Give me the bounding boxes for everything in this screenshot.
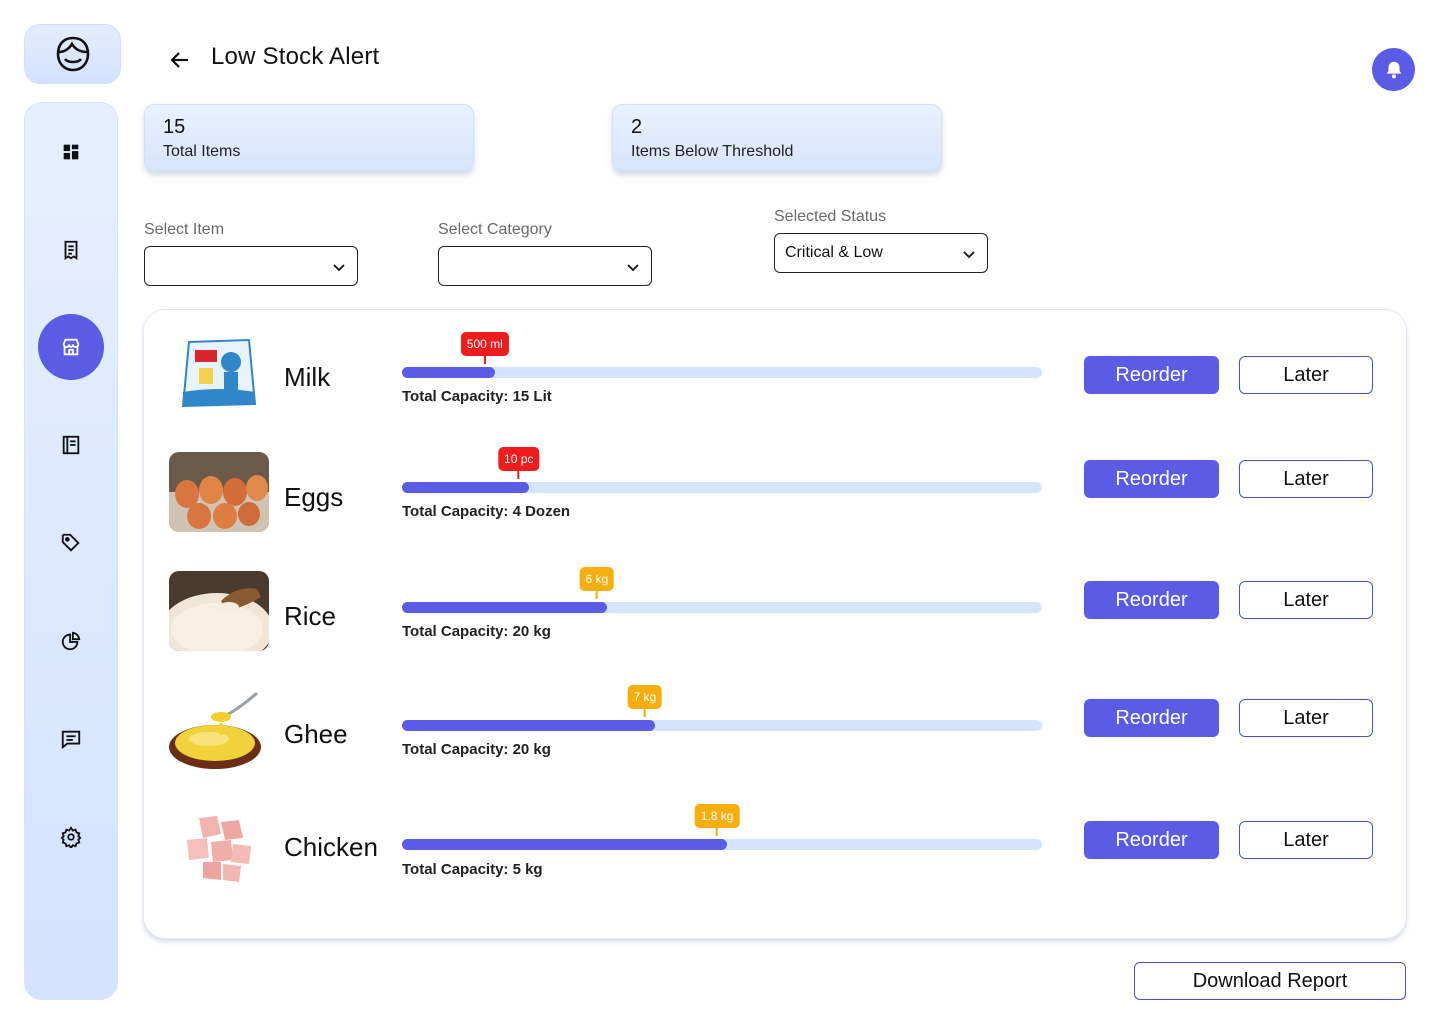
list-item-chicken: Chicken 1.8 kg Total Capacity: 5 kg Reor… — [144, 804, 1406, 906]
later-button[interactable]: Later — [1239, 699, 1373, 737]
reorder-button[interactable]: Reorder — [1084, 356, 1219, 394]
stat-value: 2 — [631, 116, 643, 138]
milk-image — [169, 332, 269, 412]
sidebar-item-orders[interactable] — [38, 217, 104, 283]
notifications-button[interactable] — [1372, 48, 1415, 91]
item-name: Ghee — [284, 719, 348, 749]
level-tag: 1.8 kg — [694, 804, 740, 828]
sidebar-item-offers[interactable] — [38, 510, 104, 576]
receipt-icon — [64, 240, 78, 260]
total-capacity: Total Capacity: 5 kg — [402, 861, 543, 878]
stat-label: Total Items — [163, 143, 241, 160]
later-button[interactable]: Later — [1239, 821, 1373, 859]
chevron-down-icon — [963, 251, 975, 259]
level-tag: 10 pc — [498, 447, 540, 471]
list-item-milk: Milk 500 ml Total Capacity: 15 Lit Reord… — [144, 332, 1406, 432]
low-stock-list: Milk 500 ml Total Capacity: 15 Lit Reord… — [143, 309, 1407, 939]
bell-icon — [1386, 61, 1401, 78]
item-name: Chicken — [284, 832, 378, 862]
list-item-rice: Rice 6 kg Total Capacity: 20 kg Reorder … — [144, 567, 1406, 671]
ledger-icon — [62, 435, 80, 455]
reorder-button[interactable]: Reorder — [1084, 581, 1219, 619]
select-item-dropdown[interactable] — [144, 246, 358, 286]
sidebar-item-messages[interactable] — [38, 706, 104, 772]
item-name: Milk — [284, 362, 331, 392]
logo-face-icon — [56, 36, 89, 72]
item-name: Eggs — [284, 482, 344, 512]
chevron-down-icon — [627, 264, 639, 272]
stock-level-bar — [402, 482, 1042, 493]
select-category-label: Select Category — [438, 221, 552, 238]
selected-status-value: Critical & Low — [785, 244, 883, 261]
list-item-eggs: Eggs 10 pc Total Capacity: 4 Dozen Reord… — [144, 447, 1406, 552]
stat-value: 15 — [163, 116, 186, 138]
eggs-image — [169, 452, 269, 532]
download-report-button[interactable]: Download Report — [1134, 962, 1406, 1000]
chicken-image — [169, 806, 269, 886]
sidebar-item-reports[interactable] — [38, 608, 104, 674]
pie-chart-icon — [61, 631, 81, 651]
selected-status-label: Selected Status — [774, 208, 887, 225]
total-capacity: Total Capacity: 15 Lit — [402, 388, 552, 405]
stock-level-fill — [402, 602, 607, 613]
total-capacity: Total Capacity: 4 Dozen — [402, 503, 571, 520]
stock-level-fill — [402, 720, 655, 731]
store-icon — [62, 338, 80, 356]
chevron-down-icon — [333, 264, 345, 272]
stock-level-bar — [402, 720, 1042, 731]
stock-level-fill — [402, 482, 529, 493]
dashboard-icon — [63, 144, 79, 160]
tag-icon — [61, 533, 80, 552]
stock-level-fill — [402, 367, 495, 378]
total-items-card: 15 Total Items — [144, 104, 474, 171]
message-icon — [61, 730, 81, 750]
sidebar-item-inventory[interactable] — [38, 314, 104, 380]
total-capacity: Total Capacity: 20 kg — [402, 741, 551, 758]
stock-level-fill — [402, 839, 728, 850]
stat-label: Items Below Threshold — [631, 143, 794, 160]
sidebar-item-settings[interactable] — [38, 804, 104, 870]
app-logo[interactable] — [24, 24, 121, 84]
selected-status-dropdown[interactable]: Critical & Low — [774, 233, 988, 273]
sidebar-item-ledger[interactable] — [38, 412, 104, 478]
total-capacity: Total Capacity: 20 kg — [402, 623, 551, 640]
ghee-image — [169, 689, 269, 769]
list-item-ghee: Ghee 7 kg Total Capacity: 20 kg Reorder … — [144, 685, 1406, 789]
settings-icon — [60, 826, 82, 848]
later-button[interactable]: Later — [1239, 460, 1373, 498]
stock-level-bar — [402, 839, 1042, 850]
reorder-button[interactable]: Reorder — [1084, 699, 1219, 737]
reorder-button[interactable]: Reorder — [1084, 460, 1219, 498]
sidebar — [24, 102, 118, 1000]
below-threshold-card: 2 Items Below Threshold — [612, 104, 942, 171]
rice-image — [169, 571, 269, 651]
back-button[interactable] — [166, 46, 194, 74]
stock-level-bar — [402, 602, 1042, 613]
level-tag: 7 kg — [627, 685, 663, 709]
level-tag: 6 kg — [579, 567, 615, 591]
select-item-label: Select Item — [144, 221, 225, 238]
later-button[interactable]: Later — [1239, 581, 1373, 619]
reorder-button[interactable]: Reorder — [1084, 821, 1219, 859]
back-arrow-icon — [170, 52, 188, 68]
sidebar-item-dashboard[interactable] — [38, 119, 104, 185]
stock-level-bar — [402, 367, 1042, 378]
level-tag: 500 ml — [460, 332, 509, 356]
page-title: Low Stock Alert — [211, 43, 380, 70]
select-category-dropdown[interactable] — [438, 246, 652, 286]
item-name: Rice — [284, 601, 337, 631]
later-button[interactable]: Later — [1239, 356, 1373, 394]
